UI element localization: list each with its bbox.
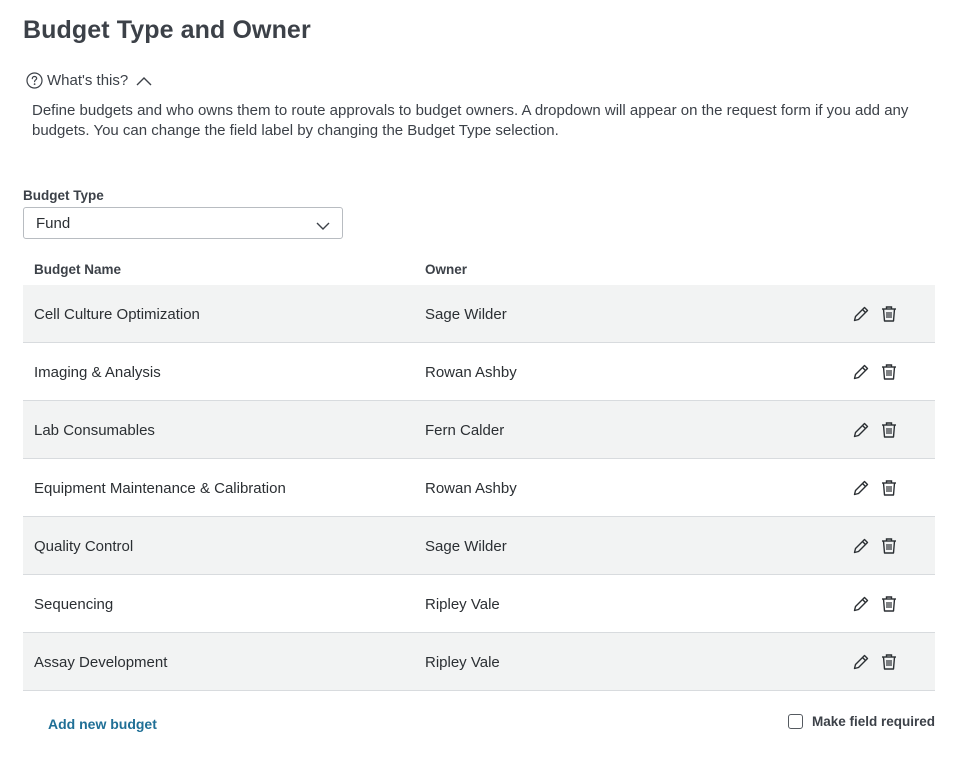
make-field-required-checkbox[interactable] xyxy=(787,714,803,729)
page-title: Budget Type and Owner xyxy=(23,16,311,44)
table-row: Imaging & Analysis Rowan Ashby xyxy=(23,343,935,401)
edit-pencil-icon[interactable] xyxy=(851,304,871,324)
delete-trash-icon[interactable] xyxy=(879,420,899,440)
delete-trash-icon[interactable] xyxy=(879,478,899,498)
make-field-required: Make field required xyxy=(787,714,935,729)
question-circle-icon xyxy=(26,72,43,89)
edit-pencil-icon[interactable] xyxy=(851,594,871,614)
delete-trash-icon[interactable] xyxy=(879,304,899,324)
budget-name-cell: Sequencing xyxy=(34,596,114,613)
budget-name-cell: Equipment Maintenance & Calibration xyxy=(34,480,286,497)
budget-name-cell: Lab Consumables xyxy=(34,422,155,439)
table-row: Sequencing Ripley Vale xyxy=(23,575,935,633)
budget-name-cell: Quality Control xyxy=(34,538,134,555)
chevron-up-icon xyxy=(136,76,152,86)
column-header-budget-name: Budget Name xyxy=(34,262,122,277)
owner-cell: Rowan Ashby xyxy=(425,480,517,497)
owner-cell: Sage Wilder xyxy=(425,538,507,555)
edit-pencil-icon[interactable] xyxy=(851,362,871,382)
delete-trash-icon[interactable] xyxy=(879,652,899,672)
owner-cell: Ripley Vale xyxy=(425,596,500,613)
table-row: Assay Development Ripley Vale xyxy=(23,633,935,691)
add-new-budget-link[interactable]: Add new budget xyxy=(48,716,157,732)
edit-pencil-icon[interactable] xyxy=(851,478,871,498)
budget-type-value: Fund xyxy=(36,214,71,232)
table-header: Budget Name Owner xyxy=(23,255,935,285)
whats-this-toggle[interactable]: What's this? xyxy=(26,72,152,89)
budget-type-select[interactable]: Fund xyxy=(23,207,343,239)
delete-trash-icon[interactable] xyxy=(879,594,899,614)
chevron-down-icon xyxy=(316,218,330,235)
whats-this-label: What's this? xyxy=(47,72,129,89)
owner-cell: Ripley Vale xyxy=(425,654,500,671)
budget-type-label: Budget Type xyxy=(23,188,104,203)
delete-trash-icon[interactable] xyxy=(879,362,899,382)
make-field-required-label: Make field required xyxy=(811,714,935,729)
delete-trash-icon[interactable] xyxy=(879,536,899,556)
owner-cell: Fern Calder xyxy=(425,422,505,439)
budget-name-cell: Imaging & Analysis xyxy=(34,364,161,381)
edit-pencil-icon[interactable] xyxy=(851,420,871,440)
table-row: Quality Control Sage Wilder xyxy=(23,517,935,575)
edit-pencil-icon[interactable] xyxy=(851,652,871,672)
owner-cell: Sage Wilder xyxy=(425,306,507,323)
owner-cell: Rowan Ashby xyxy=(425,364,517,381)
budget-table: Budget Name Owner Cell Culture Optimizat… xyxy=(23,255,935,691)
table-row: Cell Culture Optimization Sage Wilder xyxy=(23,285,935,343)
budget-name-cell: Cell Culture Optimization xyxy=(34,306,200,323)
table-row: Lab Consumables Fern Calder xyxy=(23,401,935,459)
table-row: Equipment Maintenance & Calibration Rowan… xyxy=(23,459,935,517)
budget-name-cell: Assay Development xyxy=(34,654,168,671)
help-description: Define budgets and who owns them to rout… xyxy=(32,102,909,139)
column-header-owner: Owner xyxy=(425,262,468,277)
edit-pencil-icon[interactable] xyxy=(851,536,871,556)
